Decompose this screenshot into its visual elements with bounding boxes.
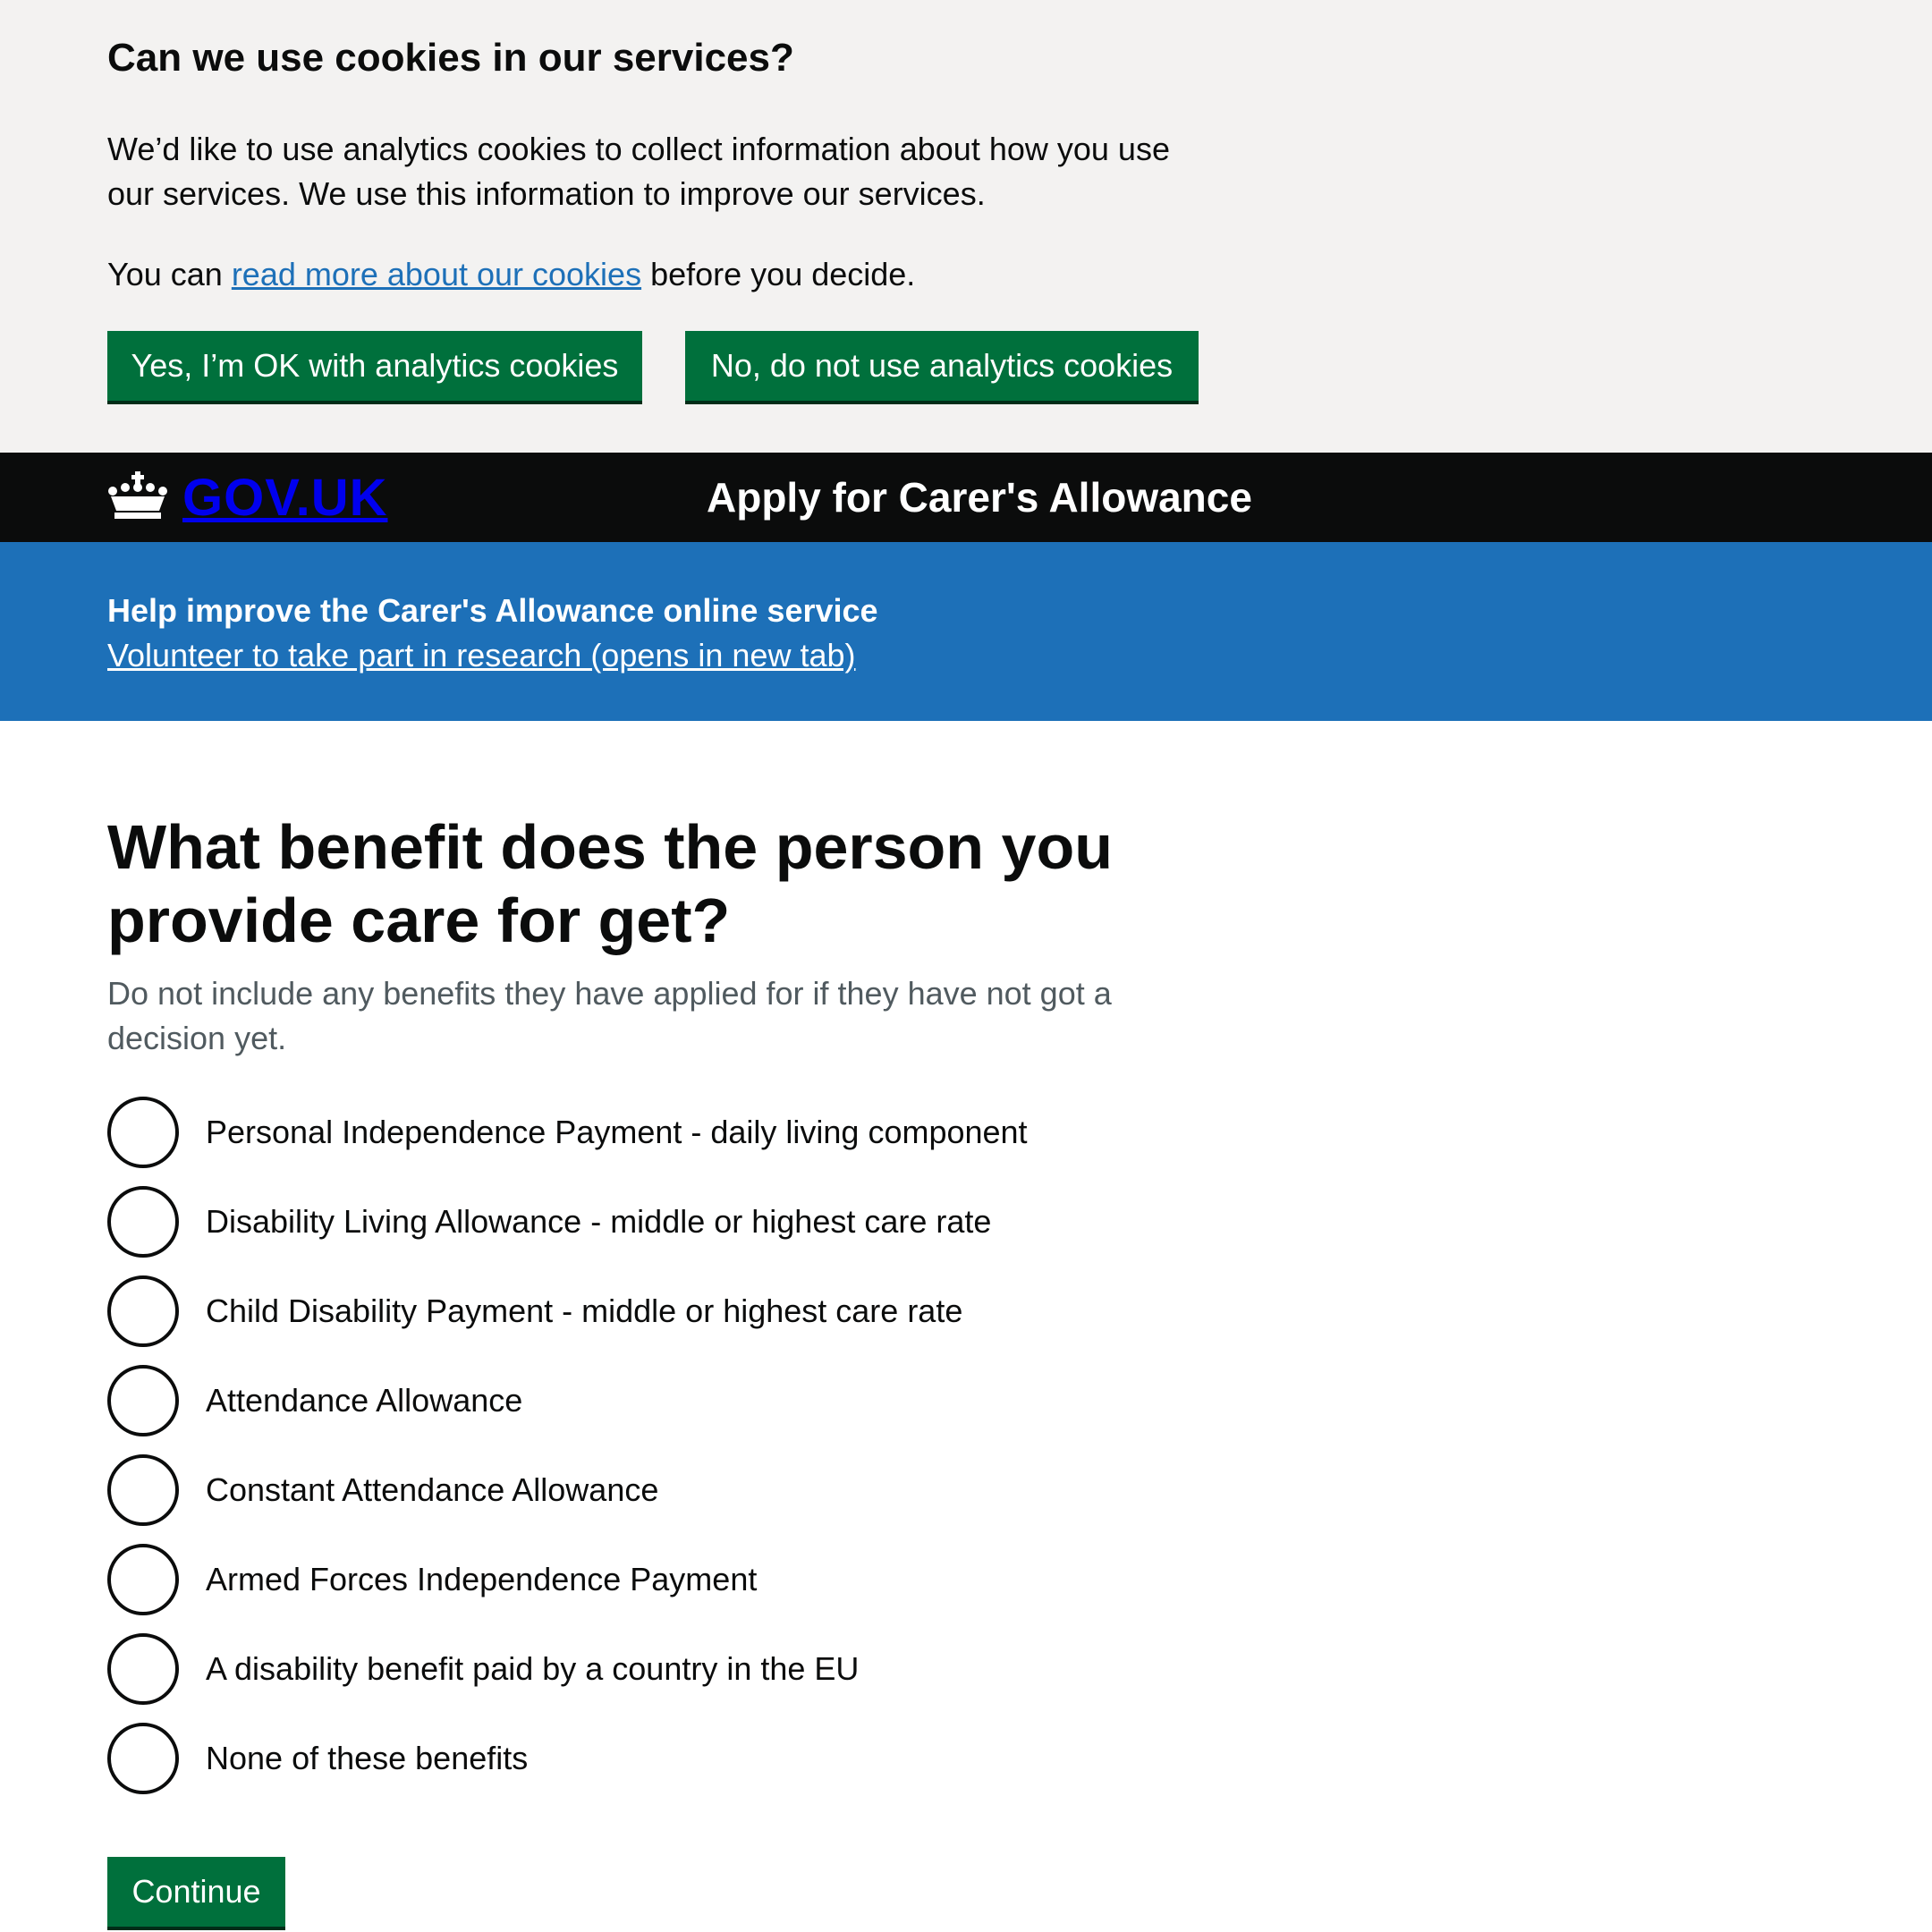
radio-option-label[interactable]: Constant Attendance Allowance	[206, 1468, 658, 1513]
radio-button[interactable]	[107, 1186, 179, 1258]
page-title: What benefit does the person you provide…	[107, 812, 1113, 955]
reject-cookies-button[interactable]: No, do not use analytics cookies	[685, 331, 1199, 401]
radio-button[interactable]	[107, 1544, 179, 1615]
cookie-info-link[interactable]: read more about our cookies	[232, 256, 641, 292]
radio-option-label[interactable]: Armed Forces Independence Payment	[206, 1557, 757, 1602]
radio-option[interactable]: Personal Independence Payment - daily li…	[107, 1088, 1270, 1177]
benefit-radio-group: Personal Independence Payment - daily li…	[107, 1088, 1270, 1803]
radio-button[interactable]	[107, 1723, 179, 1794]
cookie-banner: Can we use cookies in our services? We’d…	[0, 0, 1932, 453]
radio-option[interactable]: A disability benefit paid by a country i…	[107, 1624, 1270, 1714]
cookie-banner-title: Can we use cookies in our services?	[107, 36, 794, 80]
cookie-more-prefix: You can	[107, 256, 223, 292]
continue-button[interactable]: Continue	[107, 1857, 285, 1927]
radio-option[interactable]: Constant Attendance Allowance	[107, 1445, 1270, 1535]
radio-option-label[interactable]: Disability Living Allowance - middle or …	[206, 1199, 991, 1244]
site-header: GOV.UK Apply for Carer's Allowance	[0, 453, 1932, 542]
radio-button[interactable]	[107, 1275, 179, 1347]
radio-option-label[interactable]: Attendance Allowance	[206, 1378, 522, 1423]
govuk-logo-link[interactable]: GOV.UK	[107, 468, 388, 527]
radio-option[interactable]: Child Disability Payment - middle or hig…	[107, 1267, 1270, 1356]
research-banner: Help improve the Carer's Allowance onlin…	[0, 542, 1932, 721]
radio-option-label[interactable]: None of these benefits	[206, 1736, 528, 1781]
crown-icon	[107, 470, 182, 524]
radio-option[interactable]: None of these benefits	[107, 1714, 1270, 1803]
radio-button[interactable]	[107, 1633, 179, 1705]
cookie-more-suffix: before you decide.	[650, 256, 916, 292]
volunteer-research-link[interactable]: Volunteer to take part in research (open…	[107, 633, 856, 678]
radio-option-label[interactable]: Personal Independence Payment - daily li…	[206, 1110, 1028, 1155]
service-name-link[interactable]: Apply for Carer's Allowance	[707, 472, 1252, 522]
logo-text: GOV.UK	[182, 468, 388, 527]
radio-option-label[interactable]: Child Disability Payment - middle or hig…	[206, 1289, 962, 1334]
radio-option-label[interactable]: A disability benefit paid by a country i…	[206, 1647, 859, 1691]
radio-button[interactable]	[107, 1097, 179, 1168]
research-banner-title: Help improve the Carer's Allowance onlin…	[107, 592, 878, 629]
radio-option[interactable]: Attendance Allowance	[107, 1356, 1270, 1445]
radio-button[interactable]	[107, 1454, 179, 1526]
radio-option[interactable]: Disability Living Allowance - middle or …	[107, 1177, 1270, 1267]
cookie-banner-text: We’d like to use analytics cookies to co…	[107, 131, 1170, 212]
question-hint: Do not include any benefits they have ap…	[107, 975, 1112, 1056]
cookie-more-text: You can read more about our cookies befo…	[107, 252, 915, 297]
radio-button[interactable]	[107, 1365, 179, 1436]
accept-cookies-button[interactable]: Yes, I’m OK with analytics cookies	[107, 331, 642, 401]
radio-option[interactable]: Armed Forces Independence Payment	[107, 1535, 1270, 1624]
